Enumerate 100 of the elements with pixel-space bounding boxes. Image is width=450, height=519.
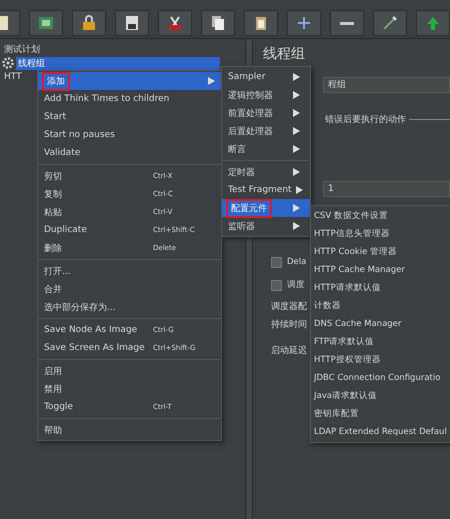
menu-item[interactable]: 选中部分保存为...	[38, 298, 221, 316]
toolbar-button[interactable]	[244, 10, 278, 36]
menu-item-label: 复制	[44, 188, 63, 200]
menu-item-label: Test Fragment	[228, 185, 292, 195]
menu-item-label: Add Think Times to children	[44, 94, 170, 104]
menu-item[interactable]: 定时器	[222, 163, 310, 181]
menu-item-label: Start	[44, 112, 67, 122]
menu-item[interactable]: 密钥库配置	[311, 405, 450, 423]
menu-item[interactable]: HTTP请求默认值	[311, 279, 450, 297]
menu-item[interactable]: 配置元件	[222, 199, 310, 217]
menu-item-label: HTTP授权管理器	[314, 354, 382, 366]
menu-item[interactable]: Start	[38, 108, 221, 126]
menu-item-label: FTP请求默认值	[314, 336, 376, 348]
toolbar-button[interactable]	[72, 10, 106, 36]
scissors-icon	[166, 14, 184, 32]
menu-item-label: Save Node As Image	[44, 325, 138, 335]
menu-item[interactable]: 计数器	[311, 297, 450, 315]
menu-item-label: 打开...	[44, 266, 72, 278]
checkbox[interactable]	[271, 280, 282, 290]
menu-item[interactable]: 逻辑控制器	[222, 86, 310, 104]
menu-item-label: 计数器	[314, 300, 342, 312]
tree-item[interactable]: 线程组	[16, 56, 220, 70]
threads-field[interactable]: 1	[323, 181, 450, 197]
menu-item[interactable]: 打开...	[38, 262, 221, 280]
save-icon	[123, 14, 141, 32]
toolbar-button[interactable]	[158, 10, 192, 36]
menu-item-label: 合并	[44, 284, 63, 296]
menu-item[interactable]: 启用	[38, 362, 221, 380]
menu-item[interactable]: Validate	[38, 144, 221, 162]
menu-item[interactable]: Add Think Times to children	[38, 90, 221, 108]
menu-item[interactable]: FTP请求默认值	[311, 333, 450, 351]
menu-item[interactable]: Start no pauses	[38, 126, 221, 144]
toolbar-button[interactable]	[201, 10, 235, 36]
menu-item-label: Java请求默认值	[314, 390, 378, 402]
toolbar-button[interactable]	[115, 10, 149, 36]
menu-item-label: Toggle	[44, 402, 74, 412]
menu-item-label: 启用	[44, 366, 63, 378]
menu-item-label: 帮助	[44, 424, 63, 436]
menu-item-label: Duplicate	[44, 225, 88, 235]
menu-item-label: 监听器	[228, 220, 256, 232]
menu-item[interactable]: 监听器	[222, 217, 310, 235]
menu-item-label: CSV 数据文件设置	[314, 210, 389, 222]
menu-item-label: 删除	[44, 242, 63, 254]
menu-item[interactable]: CSV 数据文件设置	[311, 207, 450, 225]
checkbox-label: Dela	[287, 257, 306, 267]
toolbar-button[interactable]	[287, 10, 321, 36]
menu-item[interactable]: 合并	[38, 280, 221, 298]
section-label: 错误后要执行的动作	[325, 114, 406, 126]
menu-item-label: JDBC Connection Configuratio	[314, 373, 442, 383]
menu-item-label: 定时器	[228, 166, 256, 178]
menu-item-label: Save Screen As Image	[44, 343, 146, 353]
gear-icon	[2, 57, 14, 69]
menu-item[interactable]: 后置处理器	[222, 122, 310, 140]
menu-item-label: HTTP信息头管理器	[314, 228, 391, 240]
copy-icon	[209, 14, 227, 32]
menu-item[interactable]: LDAP Extended Request Defaul	[311, 423, 450, 441]
name-field[interactable]: 程组	[323, 77, 450, 93]
menu-item[interactable]: 断言	[222, 140, 310, 158]
menu-item-label: 添加	[44, 74, 68, 88]
menu-item[interactable]: Java请求默认值	[311, 387, 450, 405]
menu-item-label: 配置元件	[228, 200, 270, 216]
lock-icon	[80, 14, 98, 32]
menu-item[interactable]: Test Fragment	[222, 181, 310, 199]
menu-item[interactable]: DNS Cache Manager	[311, 315, 450, 333]
menu-item[interactable]: Sampler	[222, 68, 310, 86]
menu-item[interactable]: 前置处理器	[222, 104, 310, 122]
menu-item-label: 剪切	[44, 170, 63, 182]
menu-item-label: 粘贴	[44, 206, 63, 218]
menu-item-label: HTTP请求默认值	[314, 282, 382, 294]
menu-item-label: 断言	[228, 144, 247, 156]
menu-item-label: HTTP Cookie 管理器	[314, 246, 398, 258]
menu-item-label: 禁用	[44, 384, 63, 396]
menu-item-label: 逻辑控制器	[228, 90, 274, 102]
checkbox[interactable]	[271, 256, 282, 268]
tree-item[interactable]: 测试计划	[2, 42, 42, 56]
menu-item[interactable]: 帮助	[38, 421, 221, 439]
menu-item-label: 后置处理器	[228, 126, 274, 138]
menu-item-label: DNS Cache Manager	[314, 319, 402, 329]
menu-item-label: Sampler	[228, 72, 266, 82]
wand-icon	[381, 14, 399, 32]
tree-item[interactable]: HTT	[2, 72, 24, 82]
menu-item[interactable]: HTTP授权管理器	[311, 351, 450, 369]
minus-icon	[340, 22, 354, 24]
plus-icon	[295, 14, 313, 32]
menu-item[interactable]: HTTP Cache Manager	[311, 261, 450, 279]
menu-item-label: Validate	[44, 148, 82, 158]
toolbar-button[interactable]	[330, 10, 364, 36]
panel-title: 线程组	[263, 46, 305, 63]
menu-item[interactable]: JDBC Connection Configuratio	[311, 369, 450, 387]
field-label: 调度器配	[271, 302, 307, 313]
menu-item-label: 前置处理器	[228, 108, 274, 120]
menu-item-label: LDAP Extended Request Defaul	[314, 427, 447, 437]
menu-item-label: Start no pauses	[44, 130, 116, 140]
field-label: 启动延迟	[271, 346, 307, 357]
menu-item[interactable]: 添加	[38, 72, 221, 90]
menu-item[interactable]: HTTP Cookie 管理器	[311, 243, 450, 261]
toolbar-button[interactable]	[29, 10, 63, 36]
menu-item[interactable]: HTTP信息头管理器	[311, 225, 450, 243]
menu-item[interactable]: 禁用	[38, 380, 221, 398]
toolbar-button[interactable]	[416, 10, 450, 36]
